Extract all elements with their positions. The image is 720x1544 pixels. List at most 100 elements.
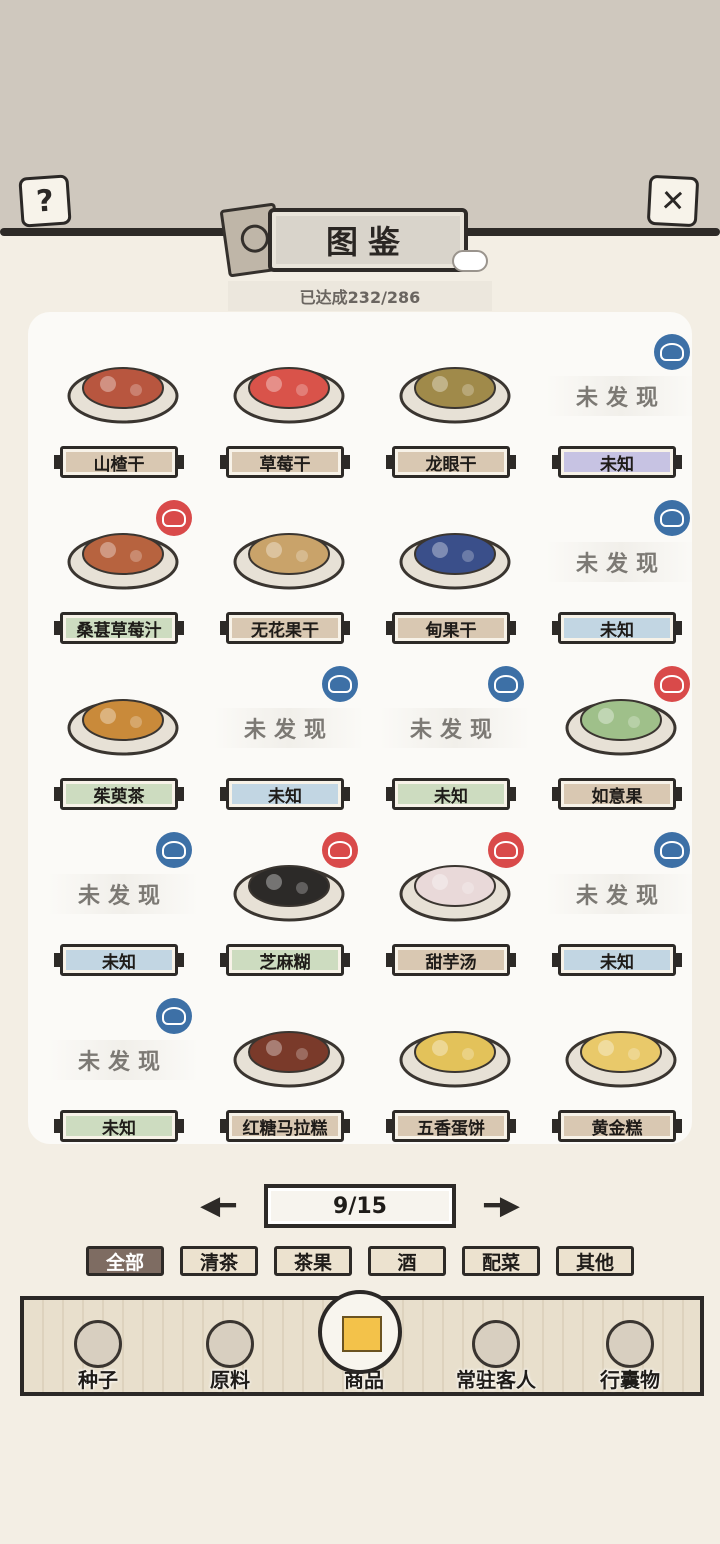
collection-item[interactable]: 茱萸茶 <box>48 660 198 822</box>
red-seal-icon <box>156 500 192 536</box>
collection-item[interactable]: 未发现未知 <box>48 992 198 1154</box>
item-label: 桑葚草莓汁 <box>54 612 184 644</box>
undiscovered-text: 未发现 <box>48 874 198 914</box>
collection-item[interactable]: 芝麻糊 <box>214 826 364 988</box>
collection-item[interactable]: 甸果干 <box>380 494 530 656</box>
item-label: 甸果干 <box>386 612 516 644</box>
undiscovered-text: 未发现 <box>546 376 696 416</box>
next-page-button[interactable]: ━▶ <box>470 1190 534 1222</box>
collection-item[interactable]: 未发现未知 <box>380 660 530 822</box>
blue-seal-icon <box>654 334 690 370</box>
red-seal-icon <box>322 832 358 868</box>
collection-item[interactable]: 未发现未知 <box>546 826 696 988</box>
item-label: 芝麻糊 <box>220 944 350 976</box>
collection-item[interactable]: 未发现未知 <box>546 494 696 656</box>
collection-item[interactable]: 未发现未知 <box>214 660 364 822</box>
undiscovered-text: 未发现 <box>214 708 364 748</box>
collection-item[interactable]: 桑葚草莓汁 <box>48 494 198 656</box>
blue-seal-icon <box>654 500 690 536</box>
guest-girl-icon <box>472 1320 520 1368</box>
red-seal-icon <box>488 832 524 868</box>
filter-qingcha[interactable]: 清茶 <box>180 1246 258 1276</box>
blue-seal-icon <box>322 666 358 702</box>
nav-regular-guests-label: 常驻客人 <box>456 1368 536 1392</box>
nav-luggage-label: 行囊物 <box>600 1368 660 1392</box>
item-label: 黄金糕 <box>552 1110 682 1142</box>
item-label: 未知 <box>54 944 184 976</box>
blue-seal-icon <box>156 832 192 868</box>
undiscovered-text: 未发现 <box>546 542 696 582</box>
collection-item[interactable]: 无花果干 <box>214 494 364 656</box>
close-icon: ✕ <box>659 182 687 220</box>
filter-all[interactable]: 全部 <box>86 1246 164 1276</box>
page-indicator: 9/15 <box>264 1184 456 1228</box>
item-illustration <box>380 992 530 1100</box>
undiscovered-text: 未发现 <box>380 708 530 748</box>
item-label: 如意果 <box>552 778 682 810</box>
item-label: 草莓干 <box>220 446 350 478</box>
collection-item[interactable]: 黄金糕 <box>546 992 696 1154</box>
arrow-left-icon: ◀━ <box>200 1191 236 1221</box>
undiscovered-text: 未发现 <box>546 874 696 914</box>
item-illustration <box>546 992 696 1100</box>
blue-seal-icon <box>156 998 192 1034</box>
leaf-icon <box>206 1320 254 1368</box>
item-label: 未知 <box>552 944 682 976</box>
item-label: 未知 <box>54 1110 184 1142</box>
help-button[interactable]: ? <box>18 174 72 228</box>
question-icon: ? <box>35 182 55 220</box>
item-label: 山楂干 <box>54 446 184 478</box>
item-label: 五香蛋饼 <box>386 1110 516 1142</box>
nav-regular-guests[interactable]: 常驻客人 <box>436 1316 556 1400</box>
item-illustration <box>380 328 530 436</box>
backpack-icon <box>606 1320 654 1368</box>
prev-page-button[interactable]: ◀━ <box>186 1190 250 1222</box>
collection-item[interactable]: 红糖马拉糕 <box>214 992 364 1154</box>
blue-seal-icon <box>488 666 524 702</box>
item-label: 未知 <box>552 612 682 644</box>
cloud-icon <box>452 250 488 272</box>
collection-item[interactable]: 如意果 <box>546 660 696 822</box>
item-label: 甜芋汤 <box>386 944 516 976</box>
cake-box-icon[interactable] <box>318 1290 402 1374</box>
nav-seeds-label: 种子 <box>78 1368 118 1392</box>
arrow-right-icon: ━▶ <box>484 1191 520 1221</box>
item-label: 未知 <box>386 778 516 810</box>
red-seal-icon <box>654 666 690 702</box>
item-label: 未知 <box>220 778 350 810</box>
filter-chaguo[interactable]: 茶果 <box>274 1246 352 1276</box>
item-label: 无花果干 <box>220 612 350 644</box>
item-illustration <box>214 494 364 602</box>
collection-progress: 已达成232/286 <box>228 281 492 311</box>
nav-ingredients-label: 原料 <box>210 1368 250 1392</box>
collection-item[interactable]: 甜芋汤 <box>380 826 530 988</box>
seed-jar-icon <box>74 1320 122 1368</box>
close-button[interactable]: ✕ <box>646 174 700 228</box>
item-label: 茱萸茶 <box>54 778 184 810</box>
collection-item[interactable]: 五香蛋饼 <box>380 992 530 1154</box>
item-illustration <box>380 494 530 602</box>
item-illustration <box>48 660 198 768</box>
collection-item[interactable]: 草莓干 <box>214 328 364 490</box>
nav-seeds[interactable]: 种子 <box>38 1316 158 1400</box>
collection-item[interactable]: 龙眼干 <box>380 328 530 490</box>
undiscovered-text: 未发现 <box>48 1040 198 1080</box>
item-label: 龙眼干 <box>386 446 516 478</box>
filter-qita[interactable]: 其他 <box>556 1246 634 1276</box>
item-label: 红糖马拉糕 <box>220 1110 350 1142</box>
title-banner: 图鉴 <box>268 208 468 272</box>
nav-luggage[interactable]: 行囊物 <box>570 1316 690 1400</box>
collection-item[interactable]: 未发现未知 <box>48 826 198 988</box>
item-label: 未知 <box>552 446 682 478</box>
category-filters: 全部 清茶 茶果 酒 配菜 其他 <box>86 1246 636 1276</box>
item-illustration <box>48 328 198 436</box>
blue-seal-icon <box>654 832 690 868</box>
page-title: 图鉴 <box>325 223 410 261</box>
item-illustration <box>214 992 364 1100</box>
top-band <box>0 0 720 232</box>
filter-peicai[interactable]: 配菜 <box>462 1246 540 1276</box>
collection-item[interactable]: 山楂干 <box>48 328 198 490</box>
collection-item[interactable]: 未发现未知 <box>546 328 696 490</box>
nav-ingredients[interactable]: 原料 <box>170 1316 290 1400</box>
filter-jiu[interactable]: 酒 <box>368 1246 446 1276</box>
